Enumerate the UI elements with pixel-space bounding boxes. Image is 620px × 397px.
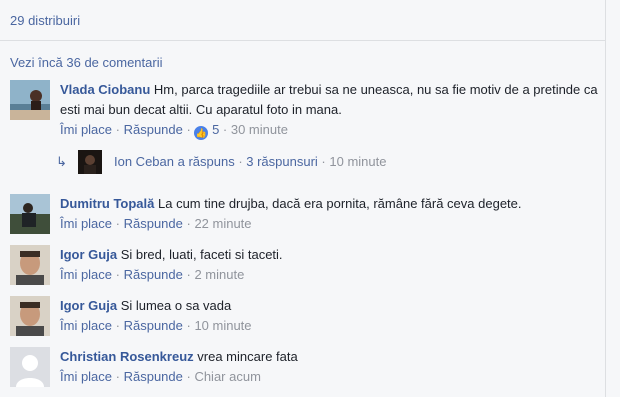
separator: · [182, 122, 195, 137]
comment-timestamp[interactable]: Chiar acum [194, 369, 260, 384]
separator: · [182, 318, 195, 333]
comment-item: Igor Guja Si bred, luati, faceti si tace… [10, 245, 600, 289]
comment-item: Igor Guja Si lumea o sa vada Îmi place ·… [10, 296, 600, 340]
comment-text: vrea mincare fata [197, 349, 298, 364]
separator: · [112, 216, 124, 231]
separator: · [112, 267, 124, 282]
comment-timestamp[interactable]: 22 minute [194, 216, 251, 231]
comment-author-link[interactable]: Vlada Ciobanu [60, 82, 150, 97]
reply-link[interactable]: Răspunde [124, 267, 183, 282]
comment-text: La cum tine drujba, dacă era pornita, ră… [158, 196, 522, 211]
comments-panel: 29 distribuiri Vezi încă 36 de comentari… [0, 0, 606, 397]
reply-link[interactable]: Răspunde [124, 122, 183, 137]
replies-summary[interactable]: ↳ Ion Ceban a răspuns · 3 răspunsuri · 1… [56, 150, 556, 174]
comment-author-link[interactable]: Christian Rosenkreuz [60, 349, 194, 364]
separator: · [112, 369, 124, 384]
avatar[interactable] [10, 245, 50, 285]
view-more-comments-link[interactable]: Vezi încă 36 de comentarii [10, 55, 162, 70]
separator: · [112, 122, 124, 137]
separator: · [219, 122, 231, 137]
reply-link[interactable]: Răspunde [124, 216, 183, 231]
like-link[interactable]: Îmi place [60, 318, 112, 333]
comment-author-link[interactable]: Dumitru Topală [60, 196, 154, 211]
like-link[interactable]: Îmi place [60, 122, 112, 137]
avatar[interactable] [10, 296, 50, 336]
divider [0, 40, 606, 41]
reply-author-action[interactable]: Ion Ceban a răspuns [114, 154, 235, 169]
comment-timestamp[interactable]: 30 minute [231, 122, 288, 137]
comment-timestamp[interactable]: 10 minute [194, 318, 251, 333]
like-link[interactable]: Îmi place [60, 216, 112, 231]
comment-timestamp[interactable]: 2 minute [194, 267, 244, 282]
reply-link[interactable]: Răspunde [124, 318, 183, 333]
separator: · [182, 267, 195, 282]
comment-author-link[interactable]: Igor Guja [60, 247, 117, 262]
reply-arrow-icon: ↳ [56, 154, 67, 169]
reply-avatar[interactable] [78, 150, 102, 174]
separator: · [112, 318, 124, 333]
avatar[interactable] [10, 80, 50, 120]
like-thumb-icon: 👍 [194, 126, 209, 140]
avatar[interactable] [10, 347, 50, 387]
separator: · [317, 154, 330, 169]
like-link[interactable]: Îmi place [60, 369, 112, 384]
separator: · [182, 369, 195, 384]
comment-item: Dumitru Topală La cum tine drujba, dacă … [10, 194, 600, 238]
avatar[interactable] [10, 194, 50, 234]
comment-text: Si lumea o sa vada [120, 298, 232, 313]
comment-item: Christian Rosenkreuz vrea mincare fata Î… [10, 347, 600, 391]
comment-author-link[interactable]: Igor Guja [60, 298, 117, 313]
comment-item: Vlada Ciobanu Hm, parca tragediile ar tr… [10, 80, 600, 150]
separator: · [182, 216, 195, 231]
separator: · [234, 154, 247, 169]
reply-link[interactable]: Răspunde [124, 369, 183, 384]
shares-count-link[interactable]: 29 distribuiri [10, 13, 80, 28]
comment-text: Si bred, luati, faceti si taceti. [120, 247, 283, 262]
reply-count[interactable]: 3 răspunsuri [246, 154, 318, 169]
reply-timestamp: 10 minute [329, 154, 387, 169]
like-link[interactable]: Îmi place [60, 267, 112, 282]
